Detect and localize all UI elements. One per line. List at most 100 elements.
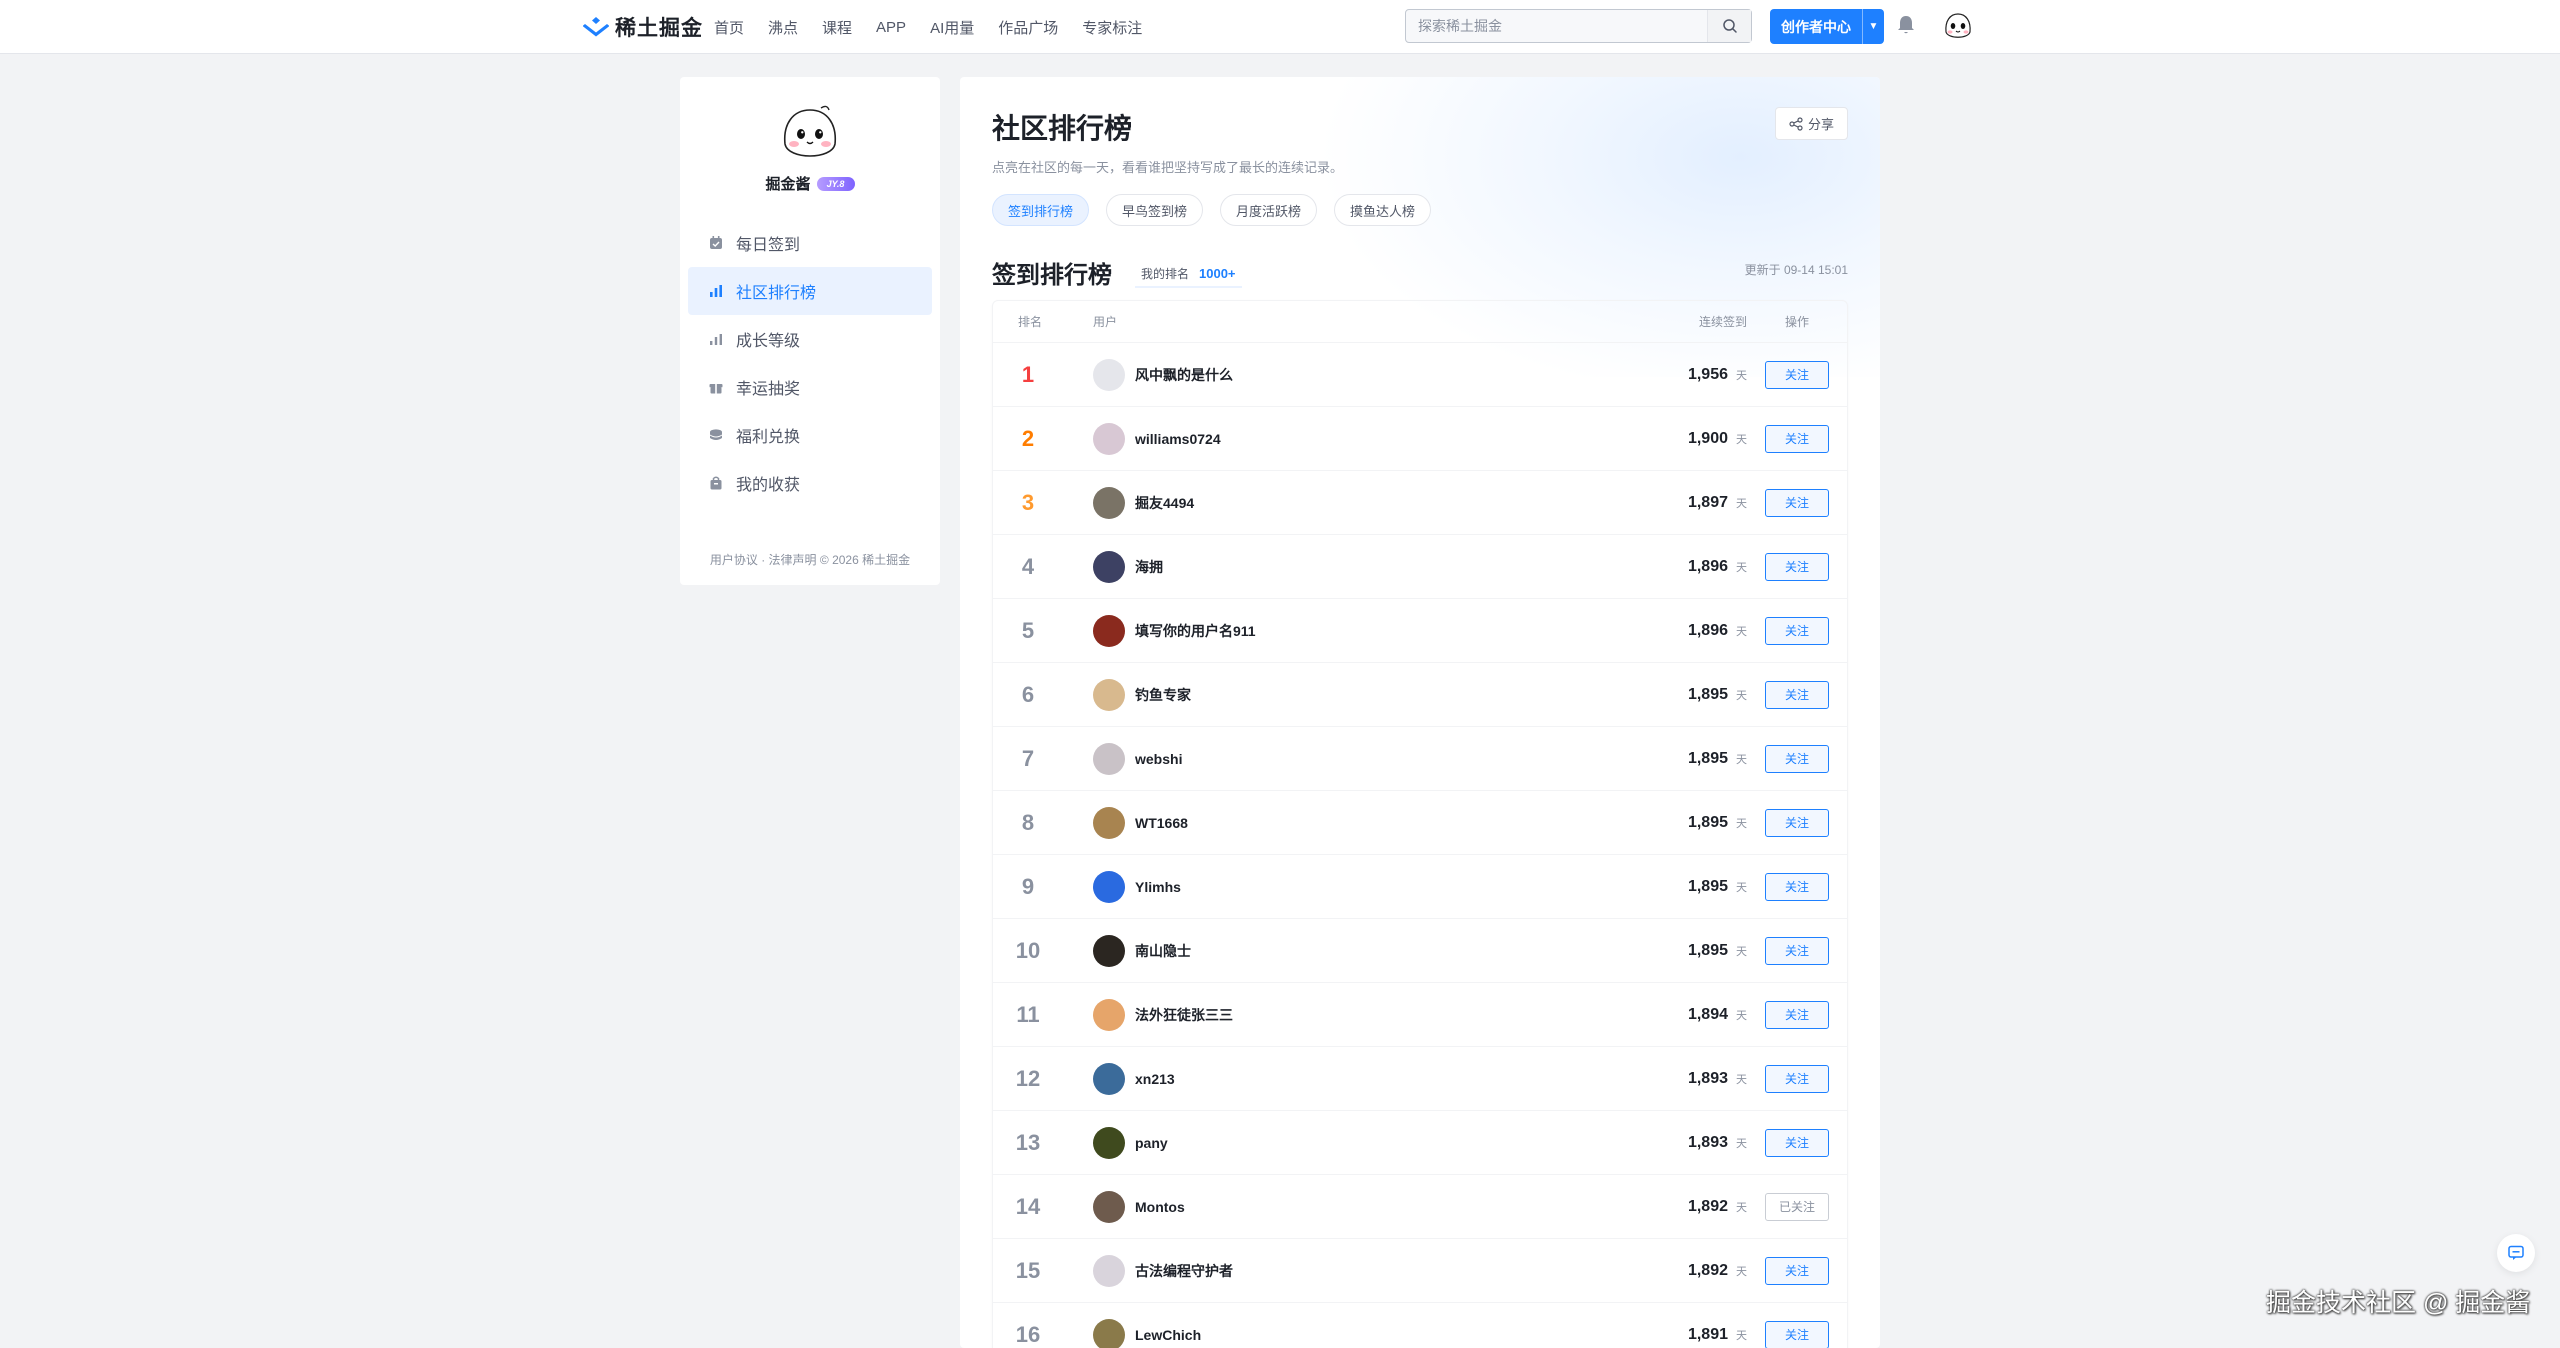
tab-slacker-board[interactable]: 摸鱼达人榜 <box>1334 194 1432 226</box>
tab-checkin-board[interactable]: 签到排行榜 <box>992 194 1090 226</box>
follow-button[interactable]: 关注 <box>1765 872 1829 901</box>
follow-button[interactable]: 关注 <box>1765 680 1829 709</box>
user-name[interactable]: 法外狂徒张三三 <box>1135 1005 1233 1025</box>
bell-icon[interactable] <box>1894 13 1918 37</box>
user-avatar[interactable] <box>1093 742 1125 775</box>
nav-works[interactable]: 作品广场 <box>998 17 1058 38</box>
user-cell[interactable]: xn213 <box>1093 1062 1627 1095</box>
table-row: 9 Ylimhs 1,895 天 关注 <box>993 855 1847 919</box>
user-avatar[interactable] <box>1093 1318 1125 1348</box>
user-cell[interactable]: LewChich <box>1093 1318 1627 1348</box>
nav-ai-usage[interactable]: AI用量 <box>930 17 974 38</box>
tab-monthly-active-board[interactable]: 月度活跃榜 <box>1220 194 1318 226</box>
user-name[interactable]: WT1668 <box>1135 815 1188 831</box>
logo[interactable]: 稀土掘金 <box>583 14 703 40</box>
user-name[interactable]: 风中飘的是什么 <box>1135 365 1233 385</box>
user-avatar[interactable] <box>1093 1062 1125 1095</box>
nav-experts[interactable]: 专家标注 <box>1082 17 1142 38</box>
user-cell[interactable]: Ylimhs <box>1093 870 1627 903</box>
action-cell: 关注 <box>1747 680 1847 709</box>
sidebar-item-rewards[interactable]: 福利兑换 <box>688 411 932 459</box>
user-cell[interactable]: 风中飘的是什么 <box>1093 358 1627 391</box>
user-cell[interactable]: 海拥 <box>1093 550 1627 583</box>
user-cell[interactable]: 法外狂徒张三三 <box>1093 998 1627 1031</box>
follow-button[interactable]: 关注 <box>1765 1128 1829 1157</box>
streak-unit: 天 <box>1736 1137 1747 1150</box>
feedback-button[interactable] <box>2497 1234 2535 1272</box>
follow-button[interactable]: 关注 <box>1765 616 1829 645</box>
rank-number: 13 <box>1015 1129 1041 1155</box>
action-cell: 关注 <box>1747 936 1847 965</box>
user-name[interactable]: 海拥 <box>1135 557 1163 577</box>
user-cell[interactable]: WT1668 <box>1093 806 1627 839</box>
user-name[interactable]: webshi <box>1135 751 1182 767</box>
follow-button[interactable]: 关注 <box>1765 1320 1829 1348</box>
user-name[interactable]: williams0724 <box>1135 431 1221 447</box>
user-name[interactable]: 古法编程守护者 <box>1135 1261 1233 1281</box>
user-avatar[interactable] <box>1093 1190 1125 1223</box>
nav-home[interactable]: 首页 <box>714 17 744 38</box>
follow-button[interactable]: 关注 <box>1765 552 1829 581</box>
follow-button[interactable]: 关注 <box>1765 488 1829 517</box>
user-cell[interactable]: 南山隐士 <box>1093 934 1627 967</box>
user-cell[interactable]: pany <box>1093 1126 1627 1159</box>
user-cell[interactable]: williams0724 <box>1093 422 1627 455</box>
user-name[interactable]: LewChich <box>1135 1327 1201 1343</box>
user-cell[interactable]: webshi <box>1093 742 1627 775</box>
caret-down-icon[interactable]: ▼ <box>1862 9 1884 44</box>
user-cell[interactable]: Montos <box>1093 1190 1627 1223</box>
nav-pins[interactable]: 沸点 <box>768 17 798 38</box>
share-button[interactable]: 分享 <box>1775 107 1848 140</box>
user-avatar[interactable] <box>1093 1254 1125 1287</box>
user-name[interactable]: 钓鱼专家 <box>1135 685 1191 705</box>
follow-button[interactable]: 关注 <box>1765 1064 1829 1093</box>
follow-button[interactable]: 关注 <box>1765 744 1829 773</box>
sidebar-item-my-harvest[interactable]: 我的收获 <box>688 459 932 507</box>
user-name[interactable]: Ylimhs <box>1135 879 1181 895</box>
user-avatar[interactable] <box>1093 358 1125 391</box>
follow-button[interactable]: 关注 <box>1765 936 1829 965</box>
follow-button[interactable]: 关注 <box>1765 360 1829 389</box>
nav-courses[interactable]: 课程 <box>822 17 852 38</box>
tab-early-bird-board[interactable]: 早鸟签到榜 <box>1106 194 1204 226</box>
user-avatar[interactable] <box>1093 1126 1125 1159</box>
follow-button[interactable]: 关注 <box>1765 808 1829 837</box>
user-cell[interactable]: 掘友4494 <box>1093 486 1627 519</box>
user-name[interactable]: 填写你的用户名911 <box>1135 621 1256 641</box>
user-avatar[interactable] <box>1093 998 1125 1031</box>
user-avatar[interactable] <box>1093 614 1125 647</box>
sidebar-item-lucky-draw[interactable]: 幸运抽奖 <box>688 363 932 411</box>
user-avatar[interactable] <box>1093 934 1125 967</box>
follow-button[interactable]: 已关注 <box>1765 1192 1829 1221</box>
profile-name[interactable]: 掘金酱 <box>765 173 810 194</box>
user-avatar[interactable] <box>1093 422 1125 455</box>
user-cell[interactable]: 钓鱼专家 <box>1093 678 1627 711</box>
streak-unit: 天 <box>1736 817 1747 830</box>
user-cell[interactable]: 古法编程守护者 <box>1093 1254 1627 1287</box>
creator-center-button[interactable]: 创作者中心 ▼ <box>1770 9 1884 44</box>
search-input[interactable] <box>1406 10 1707 42</box>
user-name[interactable]: 南山隐士 <box>1135 941 1191 961</box>
user-avatar[interactable] <box>1093 678 1125 711</box>
follow-button[interactable]: 关注 <box>1765 1000 1829 1029</box>
user-avatar[interactable] <box>1938 7 1978 47</box>
user-name[interactable]: Montos <box>1135 1199 1185 1215</box>
user-avatar[interactable] <box>1093 806 1125 839</box>
sidebar-item-label: 每日签到 <box>736 237 801 254</box>
user-avatar[interactable] <box>1093 486 1125 519</box>
follow-button[interactable]: 关注 <box>1765 424 1829 453</box>
user-avatar[interactable] <box>1093 550 1125 583</box>
sidebar-item-leaderboard[interactable]: 社区排行榜 <box>688 267 932 315</box>
sidebar-item-growth-level[interactable]: 成长等级 <box>688 315 932 363</box>
action-cell: 关注 <box>1747 616 1847 645</box>
user-name[interactable]: xn213 <box>1135 1071 1175 1087</box>
user-name[interactable]: pany <box>1135 1135 1168 1151</box>
user-cell[interactable]: 填写你的用户名911 <box>1093 614 1627 647</box>
nav-app[interactable]: APP <box>876 19 906 36</box>
user-avatar[interactable] <box>1093 870 1125 903</box>
sidebar-item-daily-checkin[interactable]: 每日签到 <box>688 219 932 267</box>
streak-unit: 天 <box>1736 369 1747 382</box>
search-button[interactable] <box>1707 10 1751 42</box>
follow-button[interactable]: 关注 <box>1765 1256 1829 1285</box>
user-name[interactable]: 掘友4494 <box>1135 493 1194 513</box>
